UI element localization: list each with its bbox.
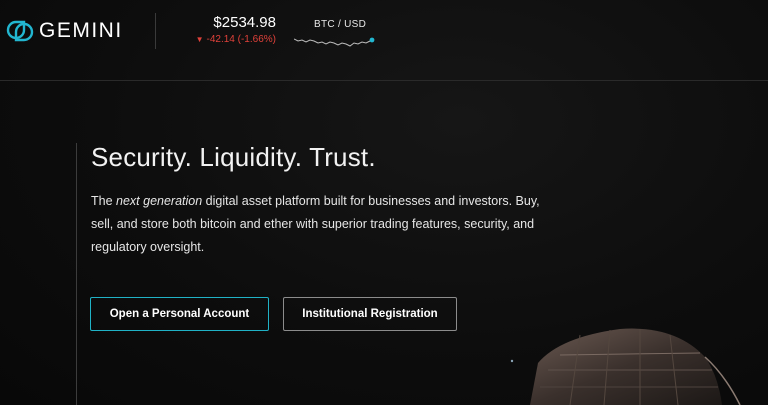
header: GEMINI $2534.98 ▼ -42.14 (-1.66%) BTC / … <box>0 0 768 81</box>
ticker-change-row: ▼ -42.14 (-1.66%) <box>186 34 276 45</box>
hero-description: The next generation digital asset platfo… <box>91 190 561 259</box>
open-personal-account-button[interactable]: Open a Personal Account <box>90 297 269 331</box>
ticker-price: $2534.98 <box>213 14 276 31</box>
page: GEMINI $2534.98 ▼ -42.14 (-1.66%) BTC / … <box>0 0 768 405</box>
hero-desc-prefix: The <box>91 194 117 208</box>
hero-accent-line <box>76 143 77 405</box>
ticker-pair: BTC / USD <box>314 19 367 30</box>
satellite-image <box>510 328 741 405</box>
institutional-registration-button[interactable]: Institutional Registration <box>283 297 457 331</box>
price-ticker[interactable]: $2534.98 ▼ -42.14 (-1.66%) <box>186 14 286 45</box>
gemini-logo-icon <box>6 20 34 42</box>
sparkline-endpoint <box>369 37 375 43</box>
ticker-change: -42.14 (-1.66%) <box>206 34 276 45</box>
gemini-logo[interactable]: GEMINI <box>6 19 123 43</box>
triangle-down-icon: ▼ <box>195 35 204 44</box>
hero-desc-emphasis: next generation <box>116 194 203 208</box>
header-divider <box>155 13 156 49</box>
hero-title: Security. Liquidity. Trust. <box>91 142 376 172</box>
price-sparkline <box>294 37 375 47</box>
logo-text: GEMINI <box>39 19 123 42</box>
